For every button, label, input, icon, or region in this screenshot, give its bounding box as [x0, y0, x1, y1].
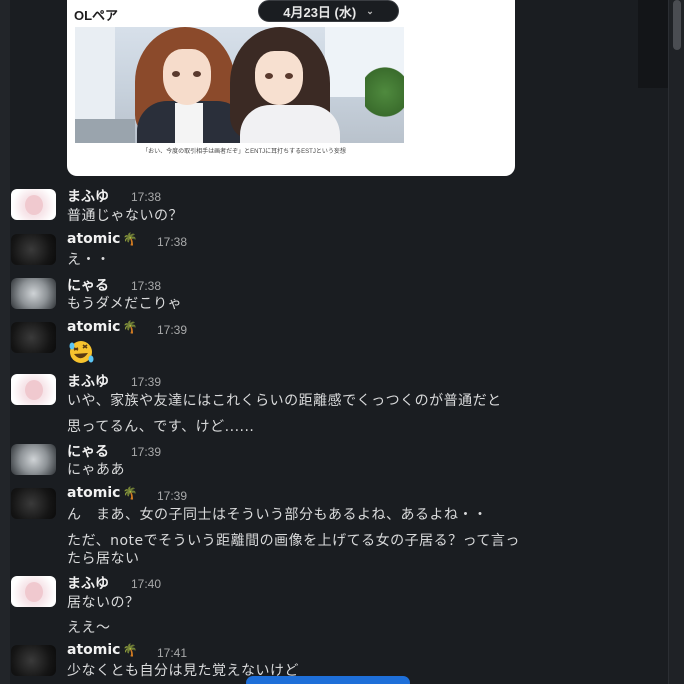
side-panel-edge [638, 0, 668, 88]
username[interactable]: まふゆ [67, 573, 109, 593]
timestamp[interactable]: 17:39 [131, 375, 161, 389]
username[interactable]: atomic 🌴 [67, 485, 137, 501]
avatar-atomic[interactable] [11, 488, 56, 519]
username[interactable]: atomic 🌴 [67, 231, 137, 247]
message-text: いや、家族や友達にはこれくらいの距離感でくっつくのが普通だと [67, 393, 502, 409]
timestamp[interactable]: 17:38 [131, 190, 161, 204]
username[interactable]: まふゆ [67, 371, 109, 391]
timestamp[interactable]: 17:38 [131, 279, 161, 293]
palm-tree-icon: 🌴 [122, 320, 138, 334]
message-text: 普通じゃないの？ [67, 208, 183, 224]
scrollbar-track[interactable] [668, 0, 684, 684]
avatar-mafuyu[interactable] [11, 189, 56, 220]
avatar-mafuyu[interactable] [11, 576, 56, 607]
timestamp[interactable]: 17:39 [157, 489, 187, 503]
timestamp[interactable]: 17:41 [157, 646, 187, 660]
username[interactable]: にゃる [67, 441, 109, 461]
message-text: たら居ない [67, 551, 140, 567]
jump-to-new-messages-button[interactable] [246, 676, 410, 684]
message-text: ただ、noteでそういう距離間の画像を上げてる女の子居る？って言っ [67, 533, 520, 549]
avatar-nyaru[interactable] [11, 278, 56, 309]
message-text: 思ってるん、です、けど...... [67, 419, 255, 435]
avatar-nyaru[interactable] [11, 444, 56, 475]
timestamp[interactable]: 17:39 [131, 445, 161, 459]
image-caption: 「おい、今度の取引相手は画者だぞ」とENTJに耳打ちするESTJという妄想 [142, 149, 346, 155]
palm-tree-icon: 🌴 [122, 232, 138, 246]
scrollbar-thumb[interactable] [673, 0, 681, 50]
timestamp[interactable]: 17:40 [131, 577, 161, 591]
chevron-down-icon: ⌄ [366, 5, 374, 16]
message-text: え・・ [67, 252, 111, 268]
timestamp[interactable]: 17:38 [157, 235, 187, 249]
message-text: もうダメだこりゃ [67, 296, 183, 312]
message-text: ええ〜 [67, 620, 111, 636]
date-divider-button[interactable]: 4月23日 (水) ⌄ [258, 0, 399, 22]
timestamp[interactable]: 17:39 [157, 323, 187, 337]
date-label: 4月23日 (水) [283, 4, 357, 20]
message-text: 居ないの？ [67, 595, 140, 611]
palm-tree-icon: 🌴 [122, 486, 138, 500]
username[interactable]: atomic 🌴 [67, 642, 137, 658]
avatar-atomic[interactable] [11, 645, 56, 676]
avatar-mafuyu[interactable] [11, 374, 56, 405]
rolling-laughing-emoji-icon [69, 341, 94, 363]
message-text: ん まあ、女の子同士はそういう部分もあるよね、あるよね・・ [67, 507, 488, 523]
palm-tree-icon: 🌴 [122, 643, 138, 657]
image-title: OLペア [74, 8, 119, 23]
left-frame [0, 0, 10, 684]
avatar-atomic[interactable] [11, 234, 56, 265]
ol-pair-illustration[interactable] [75, 27, 404, 143]
message-text: にゃああ [67, 462, 125, 478]
avatar-atomic[interactable] [11, 322, 56, 353]
username[interactable]: atomic 🌴 [67, 319, 137, 335]
username[interactable]: まふゆ [67, 186, 109, 206]
username[interactable]: にゃる [67, 275, 109, 295]
